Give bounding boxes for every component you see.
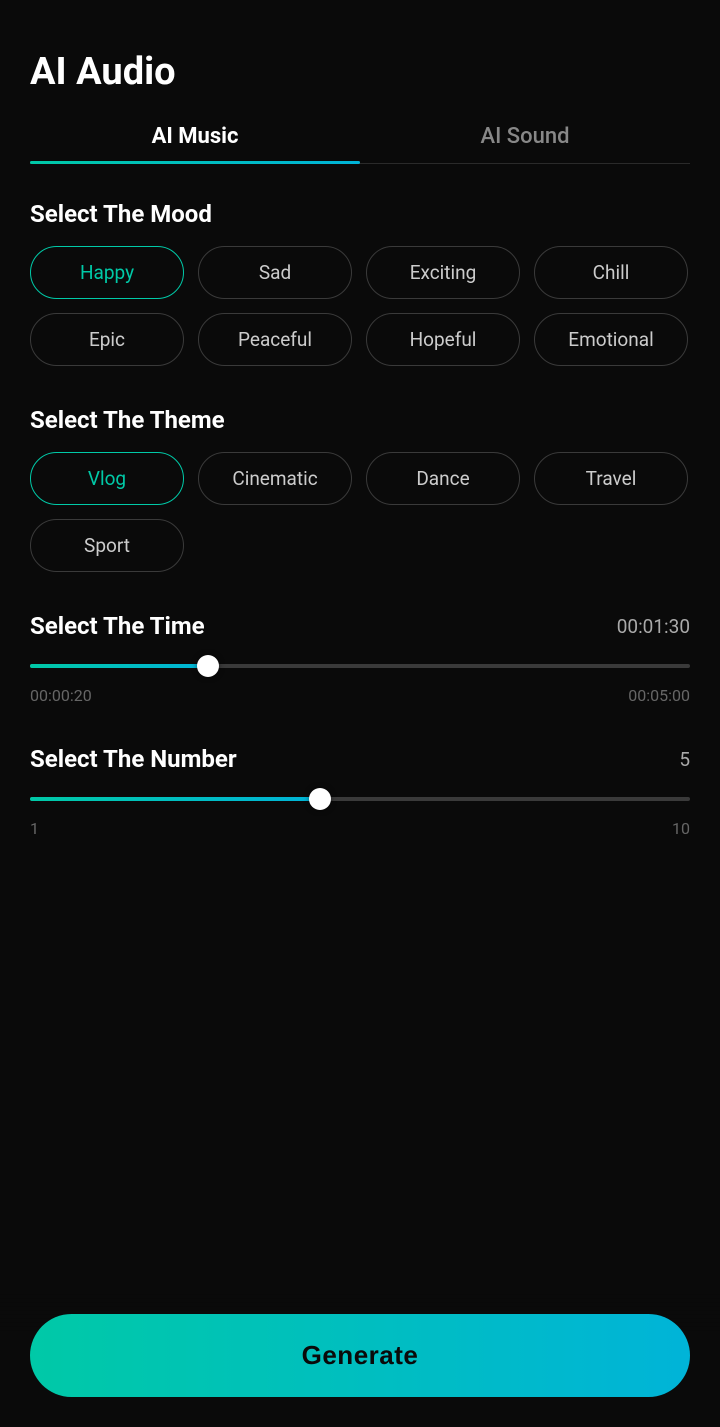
tab-ai-music[interactable]: AI Music xyxy=(30,124,360,163)
theme-chip-travel[interactable]: Travel xyxy=(534,452,688,505)
number-range-labels: 1 10 xyxy=(30,819,690,838)
number-slider-track xyxy=(30,797,690,801)
number-section-label: Select The Number xyxy=(30,745,237,773)
mood-section: Select The Mood Happy Sad Exciting Chill… xyxy=(30,200,690,396)
number-slider-header: Select The Number 5 xyxy=(30,745,690,773)
theme-chip-cinematic[interactable]: Cinematic xyxy=(198,452,352,505)
tabs-container: AI Music AI Sound xyxy=(30,124,690,164)
mood-chip-epic[interactable]: Epic xyxy=(30,313,184,366)
mood-chip-peaceful[interactable]: Peaceful xyxy=(198,313,352,366)
time-range-labels: 00:00:20 00:05:00 xyxy=(30,686,690,705)
number-max-label: 10 xyxy=(672,819,690,838)
mood-chip-hopeful[interactable]: Hopeful xyxy=(366,313,520,366)
generate-button[interactable]: Generate xyxy=(30,1314,690,1397)
number-slider-fill xyxy=(30,797,320,801)
time-slider-thumb[interactable] xyxy=(197,655,219,677)
time-section: Select The Time 00:01:30 00:00:20 00:05:… xyxy=(30,612,690,705)
theme-chips-grid: Vlog Cinematic Dance Travel Sport xyxy=(30,452,690,572)
mood-chips-grid: Happy Sad Exciting Chill Epic Peaceful H… xyxy=(30,246,690,366)
time-section-label: Select The Time xyxy=(30,612,205,640)
generate-btn-wrapper: Generate xyxy=(0,1294,720,1427)
time-min-label: 00:00:20 xyxy=(30,686,92,705)
mood-chip-sad[interactable]: Sad xyxy=(198,246,352,299)
mood-chip-exciting[interactable]: Exciting xyxy=(366,246,520,299)
time-slider-header: Select The Time 00:01:30 xyxy=(30,612,690,640)
mood-chip-chill[interactable]: Chill xyxy=(534,246,688,299)
theme-chip-vlog[interactable]: Vlog xyxy=(30,452,184,505)
mood-chip-emotional[interactable]: Emotional xyxy=(534,313,688,366)
number-section: Select The Number 5 1 10 xyxy=(30,745,690,838)
time-slider-track xyxy=(30,664,690,668)
number-min-label: 1 xyxy=(30,819,39,838)
mood-chip-happy[interactable]: Happy xyxy=(30,246,184,299)
number-current-value: 5 xyxy=(679,748,690,771)
time-current-value: 00:01:30 xyxy=(617,615,690,638)
number-slider-thumb[interactable] xyxy=(309,788,331,810)
time-max-label: 00:05:00 xyxy=(628,686,690,705)
mood-section-label: Select The Mood xyxy=(30,200,690,228)
time-slider-track-container[interactable] xyxy=(30,656,690,676)
tab-ai-sound[interactable]: AI Sound xyxy=(360,124,690,163)
theme-section-label: Select The Theme xyxy=(30,406,690,434)
page-title: AI Audio xyxy=(30,50,690,94)
number-slider-track-container[interactable] xyxy=(30,789,690,809)
time-slider-fill xyxy=(30,664,208,668)
theme-chip-dance[interactable]: Dance xyxy=(366,452,520,505)
theme-section: Select The Theme Vlog Cinematic Dance Tr… xyxy=(30,406,690,602)
theme-chip-sport[interactable]: Sport xyxy=(30,519,184,572)
